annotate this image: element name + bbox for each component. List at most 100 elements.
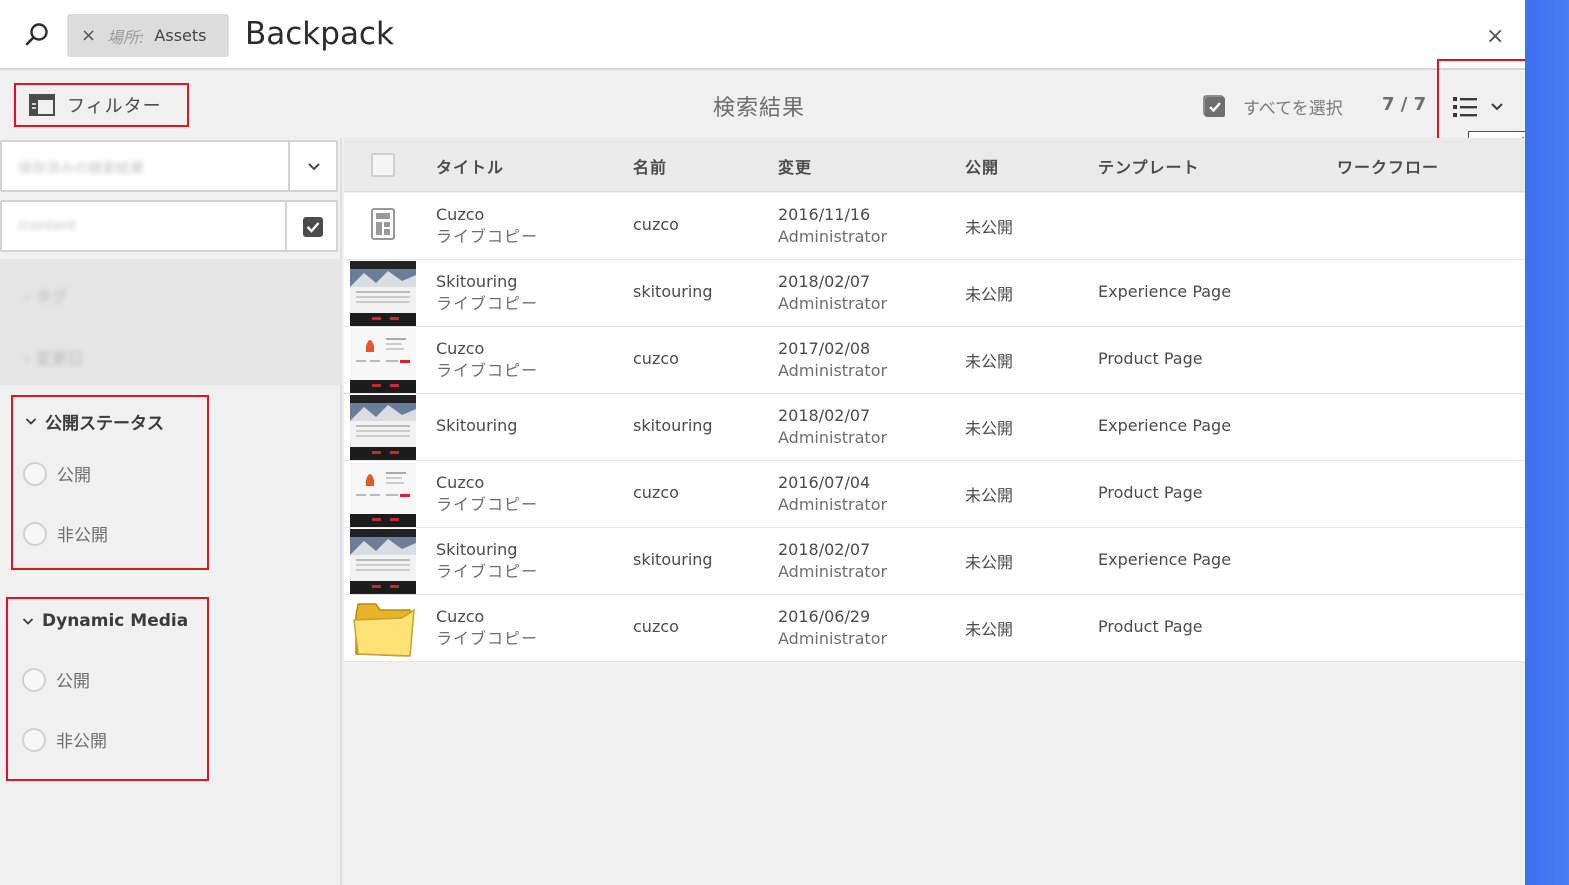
chevron-down-icon (22, 617, 34, 625)
action-bar: フィルター 検索結果 すべてを選択 7 / 7 (0, 59, 1560, 180)
row-subtitle: ライブコピー (436, 294, 539, 313)
select-all-icon (1203, 94, 1225, 117)
skitouring-thumbnail[interactable] (350, 261, 416, 326)
facet-tags[interactable]: › タグ (24, 283, 68, 307)
row-template: Product Page (1098, 349, 1203, 368)
row-name: cuzco (633, 483, 679, 502)
table-row[interactable]: Cuzco ライブコピー cuzco 2016/07/04 Administrator 未… (344, 461, 1525, 528)
row-title: Skitouring ライブコピー (436, 540, 539, 581)
divider (285, 202, 287, 250)
radio-button[interactable] (22, 727, 46, 752)
row-name: skitouring (633, 282, 713, 301)
rail-panel-icon (29, 94, 55, 116)
radio-published[interactable]: 公開 (22, 667, 90, 692)
row-title: Cuzco ライブコピー (436, 205, 539, 246)
row-modified: 2016/06/29 Administrator (778, 607, 888, 648)
column-header-workflow[interactable]: ワークフロー (1337, 154, 1439, 178)
column-header-modified[interactable]: 変更 (778, 154, 812, 178)
skitouring-thumbnail[interactable] (350, 395, 416, 460)
close-search-button[interactable]: × (1486, 24, 1504, 49)
saved-search-select[interactable]: 保存済みの検索結果 (0, 140, 338, 192)
row-template: Experience Page (1098, 550, 1232, 569)
row-modified: 2016/07/04 Administrator (778, 473, 888, 514)
row-name: cuzco (633, 349, 679, 368)
row-published: 未公開 (965, 218, 1014, 237)
radio-label: 非公開 (56, 732, 107, 752)
column-header-published[interactable]: 公開 (965, 154, 999, 178)
select-all-button[interactable]: すべてを選択 (1203, 94, 1343, 119)
row-title: Cuzco ライブコピー (436, 607, 539, 648)
table-header: タイトル 名前 変更 公開 テンプレート ワークフロー (344, 138, 1525, 192)
radio-button[interactable] (22, 667, 46, 692)
row-template: Product Page (1098, 483, 1203, 502)
page-icon[interactable] (350, 194, 416, 259)
table-row[interactable]: Cuzco ライブコピー cuzco 2016/11/16 Administrator 未… (344, 193, 1525, 260)
radio-button[interactable] (23, 461, 47, 486)
chevron-down-icon (25, 418, 37, 425)
row-modified: 2018/02/07 Administrator (778, 272, 888, 313)
row-subtitle: ライブコピー (436, 361, 539, 380)
row-subtitle: ライブコピー (436, 629, 539, 648)
search-bar: × 場所: Assets Backpack × (0, 0, 1525, 70)
checkbox-checked-icon[interactable] (302, 216, 324, 238)
filter-rail: 保存済みの検索結果 /content › タグ › 変更日 公開ステータス 公開… (0, 138, 342, 885)
column-header-title[interactable]: タイトル (436, 154, 504, 178)
result-count: 7 / 7 (1382, 94, 1427, 115)
row-subtitle: ライブコピー (436, 227, 539, 246)
table-row[interactable]: Skitouring skitouring 2018/02/07 Administra… (344, 394, 1525, 461)
facet-header[interactable]: 公開ステータス (25, 409, 164, 434)
table-row[interactable]: Skitouring ライブコピー skitouring 2018/02/07 Admi… (344, 260, 1525, 327)
table-row[interactable]: Cuzco ライブコピー cuzco 2016/06/29 Administrator 未… (344, 595, 1525, 662)
folder-icon[interactable] (350, 596, 416, 661)
facet-publish-status: 公開ステータス 公開 非公開 (11, 395, 209, 570)
search-input[interactable]: Backpack (245, 16, 394, 52)
chevron-down-icon[interactable] (307, 162, 321, 172)
path-field[interactable]: /content (0, 200, 338, 252)
radio-label: 公開 (57, 466, 91, 486)
radio-button[interactable] (23, 521, 47, 546)
row-published: 未公開 (965, 352, 1014, 371)
search-icon[interactable] (22, 20, 52, 50)
skitouring-thumbnail[interactable] (350, 529, 416, 594)
filter-toggle-button[interactable]: フィルター (14, 83, 189, 127)
radio-label: 非公開 (57, 526, 108, 546)
divider (288, 142, 290, 190)
row-subtitle: ライブコピー (436, 562, 539, 581)
row-title: Skitouring (436, 416, 518, 435)
path-value: /content (18, 218, 77, 234)
list-view-icon (1453, 97, 1477, 117)
row-name: skitouring (633, 416, 713, 435)
radio-unpublished[interactable]: 非公開 (22, 727, 107, 752)
select-all-checkbox[interactable] (371, 153, 395, 177)
row-published: 未公開 (965, 620, 1014, 639)
row-template: Product Page (1098, 617, 1203, 636)
row-template: Experience Page (1098, 416, 1232, 435)
cuzco-thumbnail[interactable] (350, 462, 416, 527)
row-published: 未公開 (965, 285, 1014, 304)
row-title: Skitouring ライブコピー (436, 272, 539, 313)
facet-title: Dynamic Media (42, 611, 189, 631)
table-row[interactable]: Cuzco ライブコピー cuzco 2017/02/08 Administrator 未… (344, 327, 1525, 394)
facet-modified[interactable]: › 変更日 (24, 345, 84, 369)
facet-header[interactable]: Dynamic Media (22, 611, 188, 631)
radio-published[interactable]: 公開 (23, 461, 91, 486)
background-window-edge (1525, 0, 1569, 885)
cuzco-thumbnail[interactable] (350, 328, 416, 393)
remove-location-icon[interactable]: × (81, 25, 99, 46)
row-published: 未公開 (965, 553, 1014, 572)
radio-unpublished[interactable]: 非公開 (23, 521, 108, 546)
filter-label: フィルター (67, 96, 162, 117)
row-published: 未公開 (965, 419, 1014, 438)
collapsed-facets: › タグ › 変更日 (0, 259, 342, 385)
row-modified: 2018/02/07 Administrator (778, 406, 888, 447)
column-header-name[interactable]: 名前 (633, 154, 667, 178)
location-tag[interactable]: × 場所: Assets (67, 14, 229, 57)
select-all-label: すべてを選択 (1243, 99, 1343, 119)
location-label: 場所: (107, 27, 145, 47)
row-title: Cuzco ライブコピー (436, 473, 539, 514)
location-value: Assets (154, 26, 207, 45)
row-name: skitouring (633, 550, 713, 569)
facet-title: 公開ステータス (45, 414, 164, 434)
table-row[interactable]: Skitouring ライブコピー skitouring 2018/02/07 Admi… (344, 528, 1525, 595)
column-header-template[interactable]: テンプレート (1098, 154, 1200, 178)
